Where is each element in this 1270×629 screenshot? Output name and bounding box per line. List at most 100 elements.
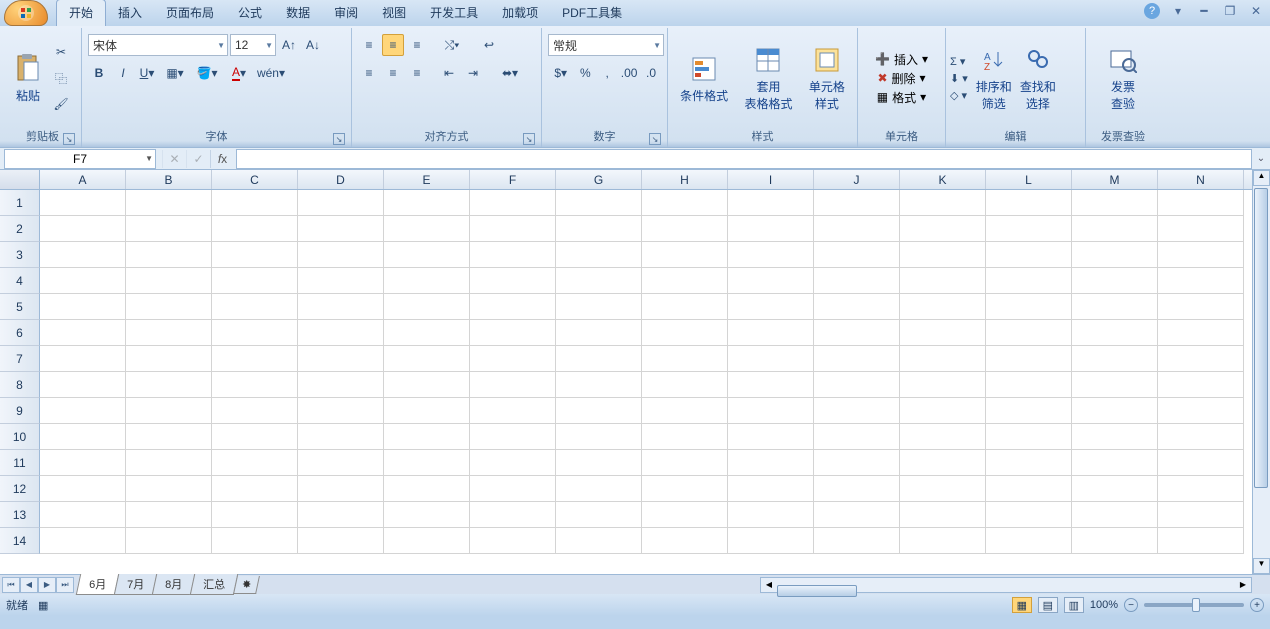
column-header-G[interactable]: G: [556, 170, 642, 189]
fill-button[interactable]: ⬇ ▾: [950, 72, 968, 85]
cell[interactable]: [470, 320, 556, 346]
cell[interactable]: [986, 294, 1072, 320]
cell[interactable]: [212, 502, 298, 528]
bold-button[interactable]: B: [88, 62, 110, 84]
tab-开始[interactable]: 开始: [56, 0, 106, 26]
fx-icon[interactable]: fx: [210, 150, 234, 168]
row-header-3[interactable]: 3: [0, 242, 40, 268]
align-launcher[interactable]: ↘: [523, 133, 535, 145]
cell[interactable]: [642, 450, 728, 476]
cell[interactable]: [814, 294, 900, 320]
cell[interactable]: [1072, 398, 1158, 424]
cell[interactable]: [384, 268, 470, 294]
cell[interactable]: [470, 242, 556, 268]
cell[interactable]: [556, 372, 642, 398]
cell[interactable]: [126, 502, 212, 528]
cell[interactable]: [212, 372, 298, 398]
column-header-I[interactable]: I: [728, 170, 814, 189]
find-select-button[interactable]: 查找和 选择: [1016, 42, 1060, 114]
sheet-nav-next[interactable]: ▶: [38, 577, 56, 593]
cell[interactable]: [384, 398, 470, 424]
cell[interactable]: [556, 346, 642, 372]
cell[interactable]: [470, 450, 556, 476]
tab-公式[interactable]: 公式: [226, 0, 274, 26]
cell[interactable]: [126, 424, 212, 450]
shrink-font-icon[interactable]: A↓: [302, 34, 324, 56]
cell[interactable]: [986, 216, 1072, 242]
page-break-view-button[interactable]: ▥: [1064, 597, 1084, 613]
phonetic-button[interactable]: wén▾: [256, 62, 286, 84]
cell[interactable]: [1072, 450, 1158, 476]
cell[interactable]: [556, 450, 642, 476]
column-header-L[interactable]: L: [986, 170, 1072, 189]
cell[interactable]: [900, 268, 986, 294]
enter-formula-icon[interactable]: ✓: [186, 150, 210, 168]
cell[interactable]: [900, 476, 986, 502]
cell[interactable]: [556, 398, 642, 424]
cell[interactable]: [728, 424, 814, 450]
cell[interactable]: [212, 320, 298, 346]
cell[interactable]: [1158, 268, 1244, 294]
fill-color-button[interactable]: 🪣▾: [192, 62, 222, 84]
cell[interactable]: [470, 476, 556, 502]
cell[interactable]: [1072, 294, 1158, 320]
cell[interactable]: [900, 450, 986, 476]
cell[interactable]: [986, 242, 1072, 268]
tab-开发工具[interactable]: 开发工具: [418, 0, 490, 26]
close-icon[interactable]: ✕: [1248, 4, 1264, 18]
cell[interactable]: [126, 268, 212, 294]
cell[interactable]: [1158, 476, 1244, 502]
cell[interactable]: [1072, 320, 1158, 346]
cell[interactable]: [1158, 346, 1244, 372]
row-header-13[interactable]: 13: [0, 502, 40, 528]
cell[interactable]: [1072, 502, 1158, 528]
cell[interactable]: [40, 450, 126, 476]
cell[interactable]: [40, 268, 126, 294]
formula-input[interactable]: [236, 149, 1252, 169]
cell[interactable]: [986, 320, 1072, 346]
cell[interactable]: [814, 320, 900, 346]
sheet-tab-8月[interactable]: 8月: [152, 574, 196, 595]
cell[interactable]: [40, 476, 126, 502]
column-header-C[interactable]: C: [212, 170, 298, 189]
grow-font-icon[interactable]: A↑: [278, 34, 300, 56]
cell[interactable]: [642, 424, 728, 450]
cell[interactable]: [298, 372, 384, 398]
decrease-decimal-icon[interactable]: .0: [641, 62, 661, 84]
cell[interactable]: [1072, 424, 1158, 450]
cell[interactable]: [986, 476, 1072, 502]
cell[interactable]: [470, 424, 556, 450]
cell[interactable]: [40, 502, 126, 528]
zoom-out-button[interactable]: −: [1124, 598, 1138, 612]
sheet-nav-first[interactable]: ⏮: [2, 577, 20, 593]
tab-数据[interactable]: 数据: [274, 0, 322, 26]
cell[interactable]: [470, 528, 556, 554]
cell[interactable]: [728, 450, 814, 476]
format-painter-icon[interactable]: 🖌: [50, 93, 72, 115]
copy-icon[interactable]: ⿻: [50, 67, 72, 89]
cell[interactable]: [470, 268, 556, 294]
cell[interactable]: [384, 294, 470, 320]
cell[interactable]: [728, 502, 814, 528]
cell[interactable]: [298, 450, 384, 476]
cell[interactable]: [642, 242, 728, 268]
cell[interactable]: [986, 450, 1072, 476]
cell[interactable]: [642, 190, 728, 216]
increase-indent-icon[interactable]: ⇥: [462, 62, 484, 84]
cell[interactable]: [814, 502, 900, 528]
select-all-corner[interactable]: [0, 170, 40, 189]
cell[interactable]: [986, 502, 1072, 528]
tab-审阅[interactable]: 审阅: [322, 0, 370, 26]
cell[interactable]: [212, 294, 298, 320]
cell[interactable]: [40, 346, 126, 372]
cell[interactable]: [900, 502, 986, 528]
cell[interactable]: [556, 268, 642, 294]
zoom-slider[interactable]: [1144, 603, 1244, 607]
cell[interactable]: [642, 294, 728, 320]
cell[interactable]: [986, 268, 1072, 294]
delete-cells-button[interactable]: ✖删除▾: [877, 70, 925, 87]
cell[interactable]: [814, 424, 900, 450]
cell[interactable]: [1072, 346, 1158, 372]
sheet-nav-last[interactable]: ⏭: [56, 577, 74, 593]
cell[interactable]: [728, 398, 814, 424]
